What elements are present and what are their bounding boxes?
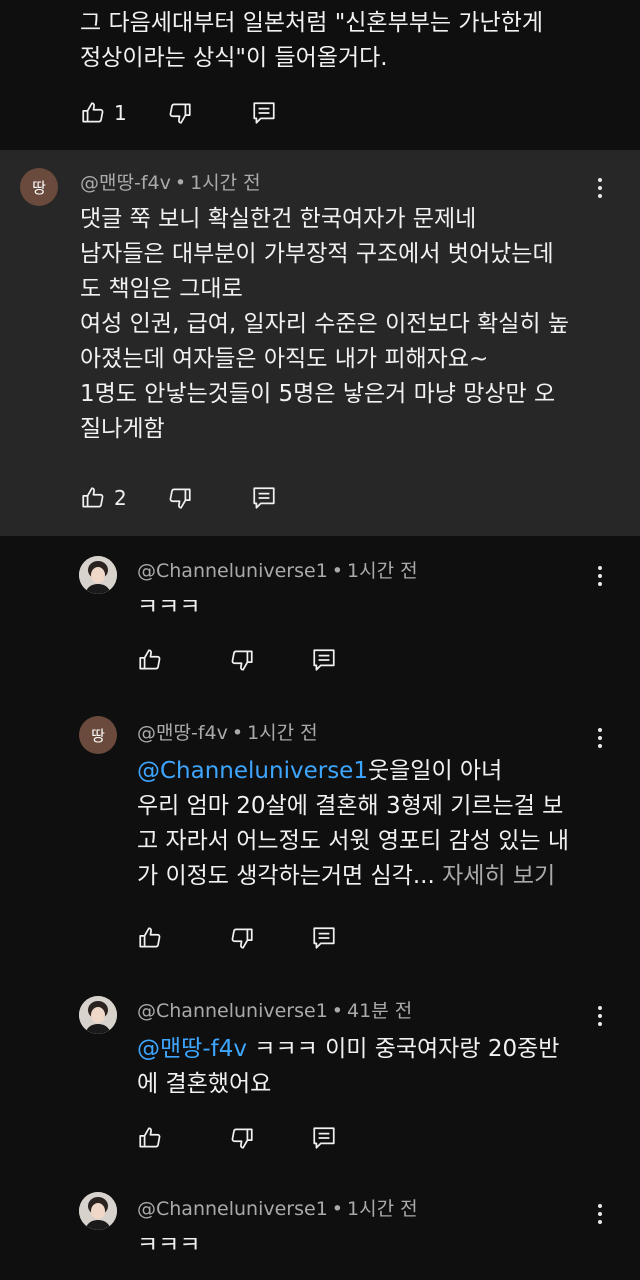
reply-item: @Channeluniverse1 • 1시간 전 ㅋㅋㅋ [0, 1172, 640, 1280]
thumbs-down-icon [167, 100, 193, 126]
like-button[interactable] [137, 920, 163, 956]
comment-highlighted: 땅 @맨땅-f4v • 1시간 전 댓글 쭉 보니 확실한건 한국여자가 문제네 남… [0, 150, 640, 536]
like-button[interactable] [137, 1120, 163, 1156]
reply-icon [311, 925, 337, 951]
reply-button[interactable] [311, 642, 337, 678]
reply-button[interactable] [311, 1120, 337, 1156]
comment-text: @맨땅-f4v ㅋㅋㅋ 이미 중국여자랑 20중반 에 결혼했어요 [137, 1036, 560, 1097]
dislike-button[interactable] [167, 480, 193, 516]
comment-author[interactable]: @Channeluniverse1 [137, 1000, 328, 1022]
reply-button[interactable] [251, 95, 277, 131]
comment-time: 1시간 전 [347, 560, 418, 582]
reply-icon [251, 485, 277, 511]
kebab-menu-icon[interactable] [590, 1200, 610, 1228]
like-count: 1 [114, 101, 127, 125]
comment-text: 그 다음세대부터 일본처럼 "신혼부부는 가난한게 정상이라는 상식"이 들어올… [80, 10, 544, 71]
thumbs-up-icon [137, 1125, 163, 1151]
comment-text: @Channeluniverse1웃을일이 아녀 우리 엄마 20살에 결혼해 … [137, 758, 570, 889]
reply-item: 땅 @맨땅-f4v • 1시간 전 @Channeluniverse1웃을일이 아녀… [0, 696, 640, 976]
kebab-menu-icon[interactable] [590, 174, 610, 202]
thumbs-down-icon [229, 925, 255, 951]
mention-link[interactable]: @맨땅-f4v [137, 1036, 247, 1062]
avatar[interactable] [79, 996, 117, 1034]
comment-text: 댓글 쭉 보니 확실한건 한국여자가 문제네 남자들은 대부분이 가부장적 구조… [80, 206, 569, 442]
mention-link[interactable]: @Channeluniverse1 [137, 758, 368, 784]
comment-time: 1시간 전 [247, 722, 318, 744]
reply-item: @Channeluniverse1 • 1시간 전 ㅋㅋㅋ [0, 536, 640, 696]
dislike-button[interactable] [229, 1120, 255, 1156]
kebab-menu-icon[interactable] [590, 1002, 610, 1030]
thumbs-down-icon [229, 647, 255, 673]
reply-icon [251, 100, 277, 126]
reply-item: @Channeluniverse1 • 41분 전 @맨땅-f4v ㅋㅋㅋ 이미 중… [0, 976, 640, 1172]
comment-top: 그 다음세대부터 일본처럼 "신혼부부는 가난한게 정상이라는 상식"이 들어올… [0, 0, 640, 150]
avatar[interactable]: 땅 [79, 716, 117, 754]
like-button[interactable]: 2 [80, 480, 127, 516]
kebab-menu-icon[interactable] [590, 724, 610, 752]
thumbs-up-icon [80, 100, 106, 126]
reply-button[interactable] [311, 920, 337, 956]
reply-icon [311, 1125, 337, 1151]
comment-time: 41분 전 [347, 1000, 413, 1022]
comment-time: 1시간 전 [190, 172, 261, 194]
dislike-button[interactable] [167, 95, 193, 131]
comment-time: 1시간 전 [347, 1198, 418, 1220]
comment-meta: @맨땅-f4v • 1시간 전 [137, 722, 318, 744]
comment-text: ㅋㅋㅋ [137, 1232, 201, 1258]
comment-author[interactable]: @Channeluniverse1 [137, 1198, 328, 1220]
reply-button[interactable] [251, 480, 277, 516]
comment-author[interactable]: @맨땅-f4v [80, 172, 171, 194]
like-button[interactable] [137, 642, 163, 678]
like-count: 2 [114, 486, 127, 510]
comment-meta: @Channeluniverse1 • 1시간 전 [137, 560, 418, 582]
kebab-menu-icon[interactable] [590, 562, 610, 590]
avatar[interactable] [79, 556, 117, 594]
thumbs-down-icon [167, 485, 193, 511]
thumbs-up-icon [137, 647, 163, 673]
comment-author[interactable]: @맨땅-f4v [137, 722, 228, 744]
dislike-button[interactable] [229, 642, 255, 678]
comment-meta: @맨땅-f4v • 1시간 전 [80, 172, 261, 194]
comment-meta: @Channeluniverse1 • 41분 전 [137, 1000, 413, 1022]
like-button[interactable]: 1 [80, 95, 127, 131]
comment-author[interactable]: @Channeluniverse1 [137, 560, 328, 582]
comment-text: ㅋㅋㅋ [137, 594, 201, 620]
read-more-link[interactable]: 자세히 보기 [442, 863, 555, 889]
thumbs-down-icon [229, 1125, 255, 1151]
thumbs-up-icon [80, 485, 106, 511]
reply-icon [311, 647, 337, 673]
avatar[interactable] [79, 1192, 117, 1230]
thumbs-up-icon [137, 925, 163, 951]
dislike-button[interactable] [229, 920, 255, 956]
avatar[interactable]: 땅 [20, 168, 58, 206]
comment-meta: @Channeluniverse1 • 1시간 전 [137, 1198, 418, 1220]
